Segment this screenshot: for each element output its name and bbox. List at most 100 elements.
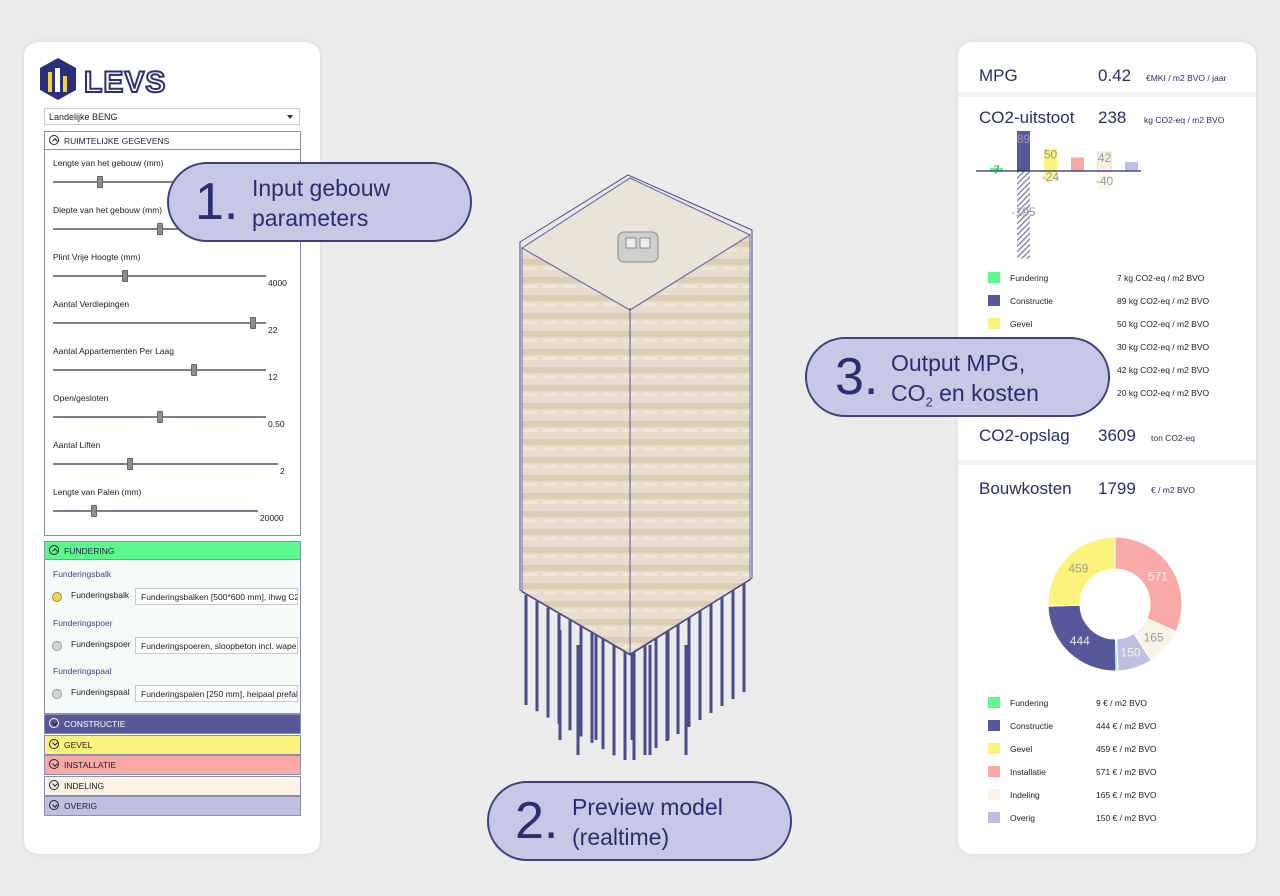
mpg-value: 0.42 — [1098, 66, 1132, 85]
slider-thumb[interactable] — [250, 317, 256, 329]
co2-bar-chart[interactable]: 7 89 50 42 -195 -24 -40 — [976, 128, 1146, 263]
section-header-ruimtelijk[interactable]: RUIMTELIJKE GEGEVENS — [45, 132, 300, 150]
material-field[interactable]: Funderingsbalken [500*600 mm], ihwg C2 — [135, 588, 298, 605]
legend-swatch — [988, 697, 1000, 708]
svg-text:LEVS: LEVS — [84, 66, 166, 99]
radio-label: Funderingspoer — [71, 639, 131, 649]
legend-label: Installatie — [1010, 767, 1046, 777]
legend-swatch — [988, 812, 1000, 823]
chevron-up-icon — [49, 135, 59, 145]
bar-label: -40 — [1096, 174, 1114, 188]
output-panel: MPG 0.42 €MKI / m2 BVO / jaar CO2-uitsto… — [958, 42, 1256, 854]
param-label: Plint Vrije Hoogte (mm) — [53, 252, 141, 262]
radio-funderingsbalk[interactable] — [52, 592, 62, 602]
kosten-donut-chart[interactable]: 9444459571165150 — [1040, 529, 1190, 679]
slider-track[interactable] — [53, 510, 258, 512]
kosten-value: 1799 — [1098, 479, 1136, 498]
bar-label: -24 — [1042, 170, 1060, 184]
radio-label: Funderingsbalk — [71, 590, 130, 600]
legend-swatch — [988, 766, 1000, 777]
legend-label: Gevel — [1010, 319, 1033, 329]
section-fundering: FUNDERING Funderingsbalk Funderingsbalk Fu… — [44, 541, 301, 714]
slider-thumb[interactable] — [122, 270, 128, 282]
legend-value: 571 € / m2 BVO — [1096, 767, 1157, 777]
bar-overig[interactable] — [1125, 162, 1138, 171]
slice-label: 459 — [1068, 562, 1088, 576]
material-field[interactable]: Funderingspalen [250 mm], heipaal prefal — [135, 685, 298, 702]
section-title: INDELING — [64, 780, 105, 791]
slider-track[interactable] — [53, 275, 266, 277]
legend-value: 444 € / m2 BVO — [1096, 721, 1157, 731]
subgroup-heading: Funderingsbalk — [53, 569, 112, 579]
section-header-fundering[interactable]: FUNDERING — [45, 542, 300, 560]
param-label: Open/gesloten — [53, 393, 109, 403]
building-preview-model[interactable] — [500, 170, 770, 770]
legend-label: Gevel — [1010, 744, 1033, 754]
divider — [958, 92, 1256, 97]
param-value: 2 — [280, 466, 285, 476]
section-title: CONSTRUCTIE — [64, 719, 126, 729]
section-title: FUNDERING — [64, 546, 115, 556]
param-label: Diepte van het gebouw (mm) — [53, 205, 163, 215]
legend-value: 150 € / m2 BVO — [1096, 813, 1157, 823]
bar-label: 89 — [1017, 132, 1031, 146]
bar-installatie[interactable] — [1071, 157, 1084, 172]
material-field[interactable]: Funderingspoeren, sloopbeton incl. wape — [135, 637, 298, 654]
slider-thumb[interactable] — [97, 176, 103, 188]
slider-thumb[interactable] — [157, 411, 163, 423]
slider-thumb[interactable] — [191, 364, 197, 376]
callout-line2: CO2 en kosten — [891, 380, 1039, 410]
co2-value: 238 — [1098, 108, 1127, 127]
section-constructie[interactable]: CONSTRUCTIE — [44, 714, 301, 734]
kosten-title: Bouwkosten — [979, 479, 1072, 498]
section-title: OVERIG — [64, 801, 98, 811]
param-value: 20000 — [260, 513, 284, 523]
param-6: Aantal Liften 2 — [53, 440, 288, 480]
param-7: Lengte van Palen (mm) 20000 — [53, 487, 288, 527]
param-label: Aantal Appartementen Per Laag — [53, 346, 174, 356]
callout-number: 3. — [835, 348, 879, 406]
slider-track[interactable] — [53, 322, 266, 324]
radio-label: Funderingspaal — [71, 687, 130, 697]
param-5: Open/gesloten 0.50 — [53, 393, 288, 433]
slider-track[interactable] — [53, 369, 266, 371]
section-installatie[interactable]: INSTALLATIE — [44, 755, 301, 775]
profile-select[interactable]: Landelijke BENG — [44, 108, 300, 125]
legend-label: Constructie — [1010, 721, 1053, 731]
divider — [958, 460, 1256, 465]
slice-label: 444 — [1070, 634, 1090, 648]
slider-track[interactable] — [53, 463, 278, 465]
section-overig[interactable]: OVERIG — [44, 796, 301, 816]
radio-funderingspaal[interactable] — [52, 689, 62, 699]
slice-installatie[interactable] — [1114, 536, 1183, 633]
section-gevel[interactable]: GEVEL — [44, 734, 301, 755]
callout-line1: Output MPG, — [891, 350, 1026, 376]
chevron-down-icon — [287, 115, 293, 119]
legend-value: 20 kg CO2-eq / m2 BVO — [1117, 388, 1210, 398]
param-4: Aantal Appartementen Per Laag 12 — [53, 346, 288, 386]
legend-swatch — [988, 789, 1000, 800]
slider-thumb[interactable] — [157, 223, 163, 235]
section-title: RUIMTELIJKE GEGEVENS — [64, 136, 170, 146]
opslag-unit: ton CO2-eq — [1151, 433, 1195, 443]
legend-value: 165 € / m2 BVO — [1096, 790, 1157, 800]
param-label: Aantal Verdiepingen — [53, 299, 130, 309]
slider-thumb[interactable] — [127, 458, 133, 470]
param-value: 0.50 — [268, 419, 285, 429]
radio-funderingspoer[interactable] — [52, 641, 62, 651]
param-label: Aantal Liften — [53, 440, 101, 450]
section-indeling[interactable]: INDELING — [44, 775, 301, 796]
section-title: INSTALLATIE — [64, 760, 117, 770]
legend-label: Indeling — [1010, 790, 1040, 800]
callout-number: 1. — [195, 173, 239, 231]
param-label: Lengte van Palen (mm) — [53, 487, 142, 497]
slider-thumb[interactable] — [91, 505, 97, 517]
legend-value: 50 kg CO2-eq / m2 BVO — [1117, 319, 1210, 329]
legend-label: Fundering — [1010, 273, 1049, 283]
levs-logo: LEVS — [38, 56, 188, 109]
param-value: 22 — [268, 325, 278, 335]
legend-value: 42 kg CO2-eq / m2 BVO — [1117, 365, 1210, 375]
chevron-down-icon — [49, 738, 59, 749]
legend-value: 9 € / m2 BVO — [1096, 698, 1148, 708]
slice-label: 165 — [1144, 630, 1164, 644]
